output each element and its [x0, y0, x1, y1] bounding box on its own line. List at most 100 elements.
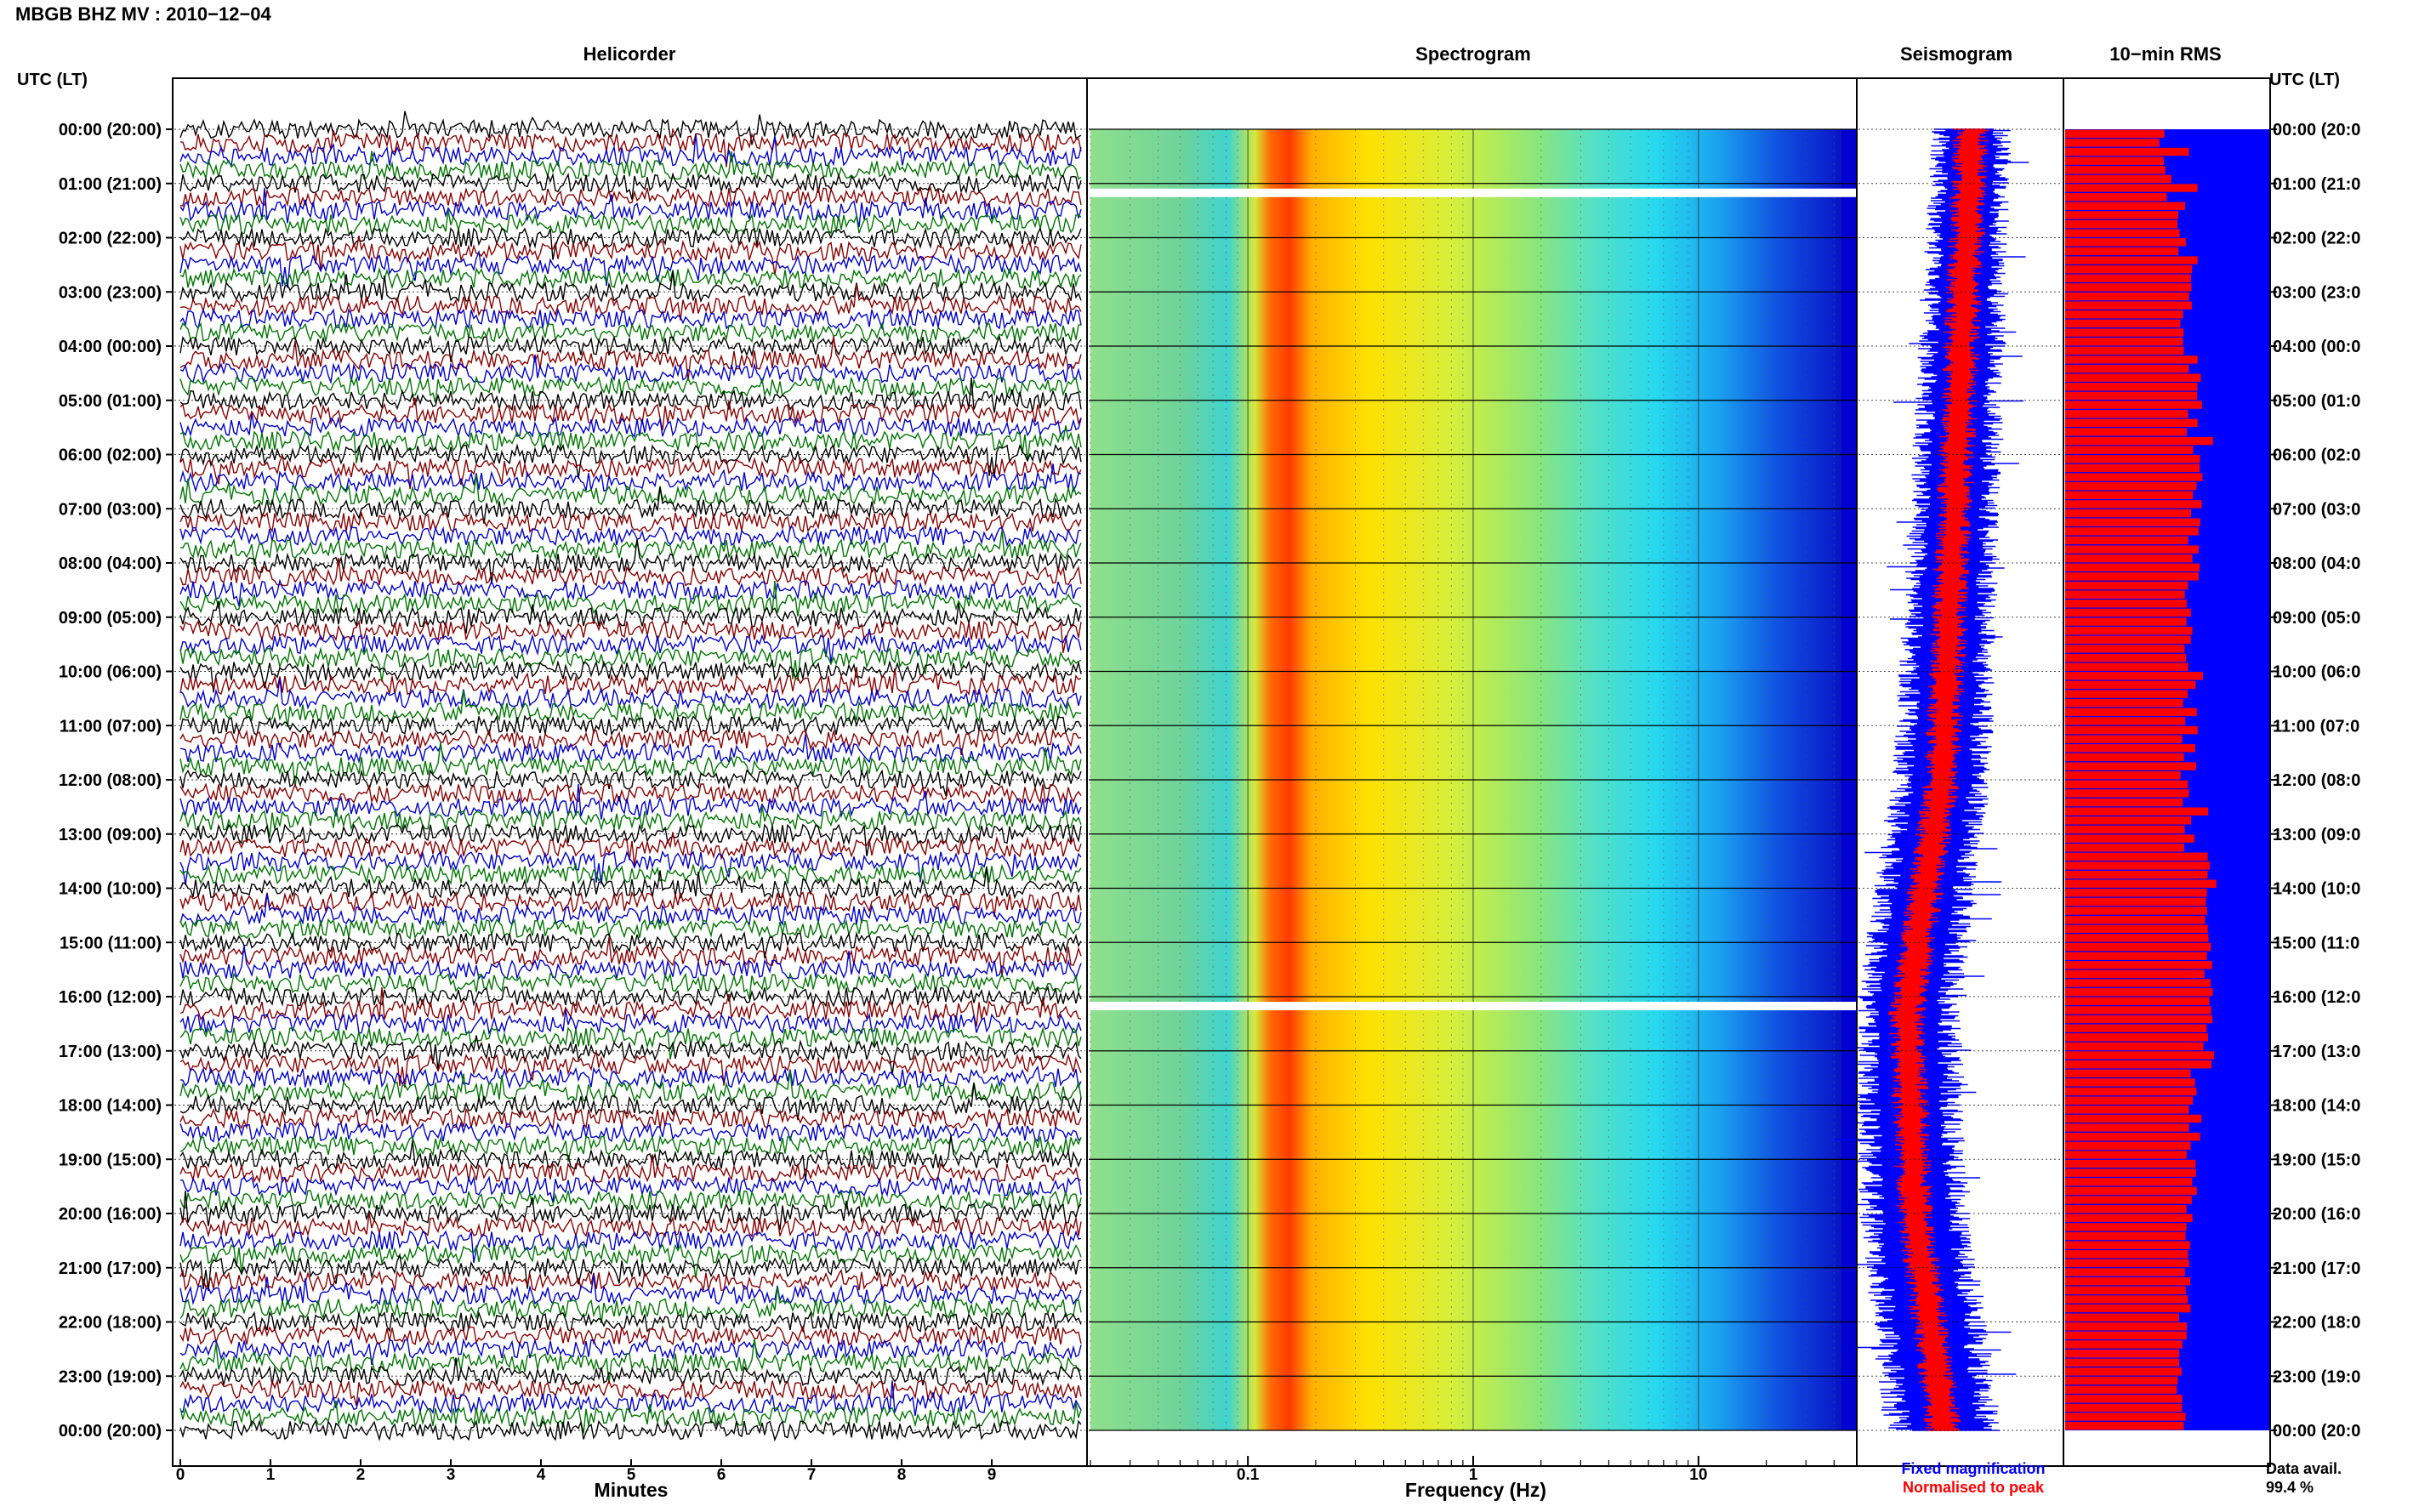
rms-bar: [2065, 1015, 2213, 1024]
helicorder-trace: [179, 354, 1082, 385]
left-axis-label: UTC (LT): [17, 71, 88, 89]
rms-bar: [2065, 816, 2191, 825]
time-label-right: 08:00 (04:0: [2273, 554, 2360, 573]
rms-bar: [2065, 672, 2203, 680]
rms-bar: [2065, 509, 2192, 518]
time-label-right: 20:00 (16:0: [2273, 1205, 2360, 1224]
rms-bar: [2065, 572, 2199, 581]
rms-bar: [2065, 463, 2200, 473]
rms-bar: [2065, 1313, 2179, 1322]
helicorder-trace: [179, 525, 1082, 548]
time-label-right: 04:00 (00:0: [2273, 338, 2360, 356]
rms-bar: [2065, 238, 2186, 247]
rms-bar: [2065, 383, 2198, 391]
spectrogram-data-gap: [1089, 1002, 1858, 1010]
helicorder-x-tick-label: 6: [717, 1466, 726, 1484]
rms-bar: [2065, 256, 2198, 264]
helicorder-trace: [179, 185, 1082, 208]
time-label-left: 01:00 (21:00): [59, 175, 162, 194]
rms-bar: [2065, 174, 2171, 184]
rms-bar: [2065, 193, 2167, 202]
rms-bar: [2065, 1042, 2204, 1051]
rms-bar: [2065, 1033, 2208, 1042]
time-label-left: 13:00 (09:00): [59, 826, 162, 844]
rms-bar: [2065, 744, 2195, 753]
helicorder-panel: [179, 111, 1082, 1442]
time-label-left: 19:00 (15:00): [59, 1151, 162, 1169]
seismogram-title: Seismogram: [1900, 43, 2012, 65]
rms-bar: [2065, 1241, 2190, 1249]
time-label-left: 03:00 (23:00): [59, 283, 162, 302]
rms-bar: [2065, 581, 2188, 590]
time-label-right: 05:00 (01:0: [2273, 392, 2360, 411]
helicorder-xlabel: Minutes: [595, 1479, 669, 1501]
rms-bar: [2065, 274, 2191, 282]
rms-bar: [2065, 147, 2189, 156]
rms-bar: [2065, 834, 2194, 843]
rms-bar: [2065, 518, 2200, 526]
rms-bar: [2065, 825, 2185, 834]
time-label-left: 15:00 (11:00): [60, 934, 162, 952]
rms-bar: [2065, 1024, 2207, 1032]
time-label-left: 12:00 (08:00): [59, 771, 162, 790]
helicorder-title: Helicorder: [583, 43, 676, 65]
rms-bar: [2065, 455, 2200, 463]
time-label-right: 03:00 (23:0: [2273, 283, 2360, 302]
rms-bar: [2065, 798, 2183, 807]
rms-bar: [2065, 1231, 2186, 1241]
helicorder-trace: [179, 1154, 1082, 1185]
rms-bar: [2065, 753, 2184, 762]
rms-bar: [2065, 1277, 2190, 1286]
time-label-right: 13:00 (09:0: [2273, 826, 2360, 844]
rms-bar: [2065, 129, 2165, 138]
rms-bar: [2065, 1214, 2193, 1222]
rms-bar: [2065, 219, 2177, 229]
rms-bar: [2065, 364, 2189, 373]
rms-bar: [2065, 446, 2194, 454]
helicorder-trace: [179, 1339, 1082, 1384]
time-label-left: 04:00 (00:00): [59, 338, 162, 356]
rms-bar: [2065, 1205, 2187, 1214]
rms-bar: [2065, 418, 2198, 427]
rms-bar: [2065, 1060, 2211, 1069]
rms-bar: [2065, 907, 2207, 915]
rms-bar: [2065, 645, 2185, 653]
helicorder-trace: [179, 1324, 1082, 1346]
rms-bar: [2065, 436, 2213, 446]
rms-bar: [2065, 1133, 2200, 1141]
rms-bar: [2065, 590, 2185, 599]
rms-bar: [2065, 1159, 2196, 1168]
rms-bar: [2065, 292, 2189, 301]
rms-bar: [2065, 961, 2212, 969]
rms-bar: [2065, 1196, 2192, 1204]
time-label-right: 14:00 (10:0: [2273, 880, 2360, 899]
rms-bar: [2065, 265, 2193, 274]
time-label-left: 11:00 (07:00): [60, 717, 162, 736]
spectrogram-x-tick-label: 0.1: [1237, 1466, 1260, 1484]
rms-bar: [2065, 391, 2198, 401]
spectrogram-xlabel: Frequency (Hz): [1405, 1479, 1546, 1501]
rms-bar: [2065, 473, 2203, 481]
helicorder-x-tick-label: 1: [266, 1466, 276, 1484]
rms-bar: [2065, 662, 2188, 671]
time-label-right: 10:00 (06:0: [2273, 663, 2360, 682]
data-availability-label: Data avail.: [2266, 1460, 2342, 1477]
rms-bar: [2065, 1106, 2189, 1114]
rms-bar: [2065, 1413, 2186, 1421]
rms-bar: [2065, 1350, 2180, 1358]
time-label-right: 19:00 (15:0: [2273, 1151, 2360, 1169]
time-label-left: 21:00 (17:00): [59, 1259, 162, 1278]
rms-bar: [2065, 1078, 2195, 1087]
rms-bar: [2065, 617, 2187, 626]
rms-bar: [2065, 527, 2199, 536]
rms-bar: [2065, 627, 2193, 635]
rms-bar: [2065, 536, 2188, 545]
rms-bar: [2065, 1295, 2188, 1304]
rms-bar: [2065, 1250, 2188, 1259]
rms-bar: [2065, 879, 2217, 888]
helicorder-trace: [179, 1134, 1082, 1162]
rms-bar: [2065, 780, 2188, 788]
rms-bar: [2065, 1376, 2178, 1385]
time-label-right: 18:00 (14:0: [2273, 1097, 2360, 1116]
rms-bar: [2065, 202, 2185, 210]
